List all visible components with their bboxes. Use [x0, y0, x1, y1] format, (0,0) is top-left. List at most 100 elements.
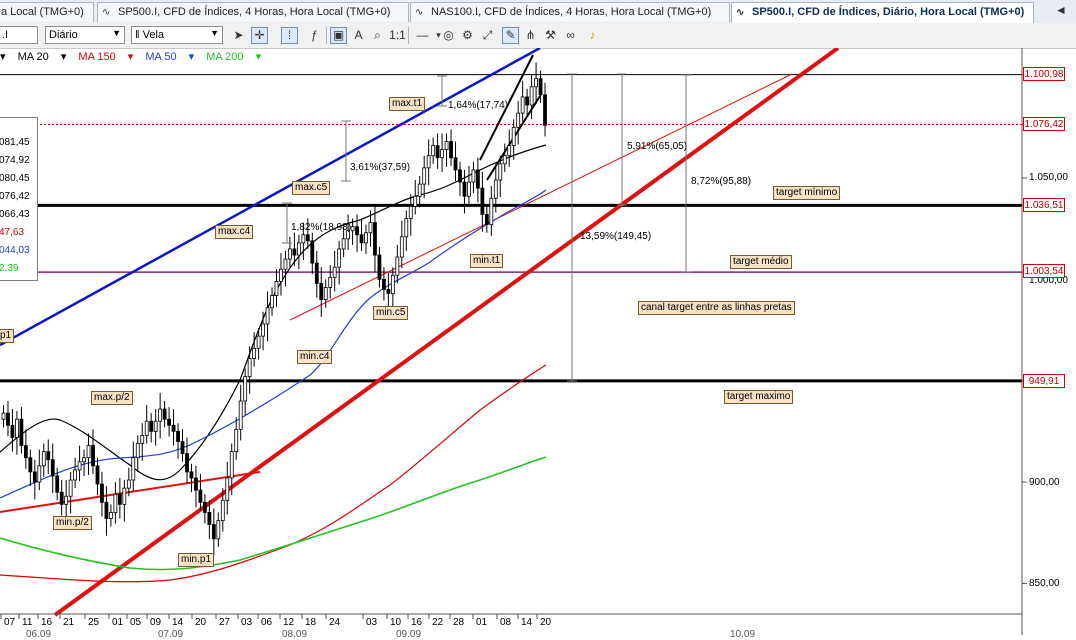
main-support-line — [53, 48, 840, 617]
candle-up — [471, 169, 476, 183]
candle-down — [59, 491, 64, 505]
candle-up — [323, 287, 328, 301]
bell-icon[interactable]: ♪ — [584, 27, 601, 44]
chevron-down-icon: ▼ — [210, 28, 219, 38]
hline-icon[interactable]: — — [414, 27, 431, 44]
candle-up — [109, 512, 113, 519]
candle-down — [484, 214, 489, 226]
candle-up — [220, 499, 225, 521]
candle-down — [185, 453, 189, 473]
candle-up — [247, 358, 252, 378]
tab-1[interactable]: ∿ SP500.I, CFD de Índices, 4 Horas, Hora … — [97, 2, 409, 22]
link-icon[interactable]: ∞ — [562, 27, 579, 44]
ma50-line — [0, 189, 547, 499]
candle-down — [207, 512, 212, 526]
legend-ma50[interactable]: MA 50 ▾ — [145, 51, 194, 63]
zoom-reset-icon[interactable]: 1:1 — [389, 27, 406, 44]
tab-label: NAS100.I, CFD de Índices, 4 Horas, Hora … — [431, 6, 712, 18]
label-min-c4[interactable]: min.c4 — [297, 350, 333, 364]
data-window: 081,45 074,92 080,45 076,42 066,43 47,63… — [0, 117, 38, 281]
measure-text: 1,82%(18,98) — [291, 222, 352, 233]
price-label: 850,00 — [1029, 578, 1060, 589]
candle-down — [171, 424, 176, 432]
cursor-icon[interactable]: ➤ — [230, 27, 247, 44]
candle-up — [68, 479, 73, 497]
info-value: 47,63 — [0, 227, 25, 238]
measure-text: 5,91%(65,05) — [627, 141, 688, 152]
date-tick-label: 27 — [219, 617, 231, 628]
candle-up — [337, 248, 342, 268]
candle-down — [310, 240, 315, 264]
candle-up — [216, 520, 221, 540]
candle-down — [32, 471, 37, 483]
crosshair-icon[interactable]: ✛ — [251, 27, 268, 44]
date-tick-label: 16 — [41, 617, 53, 628]
label-target-maximo[interactable]: target maximo — [724, 390, 794, 404]
label-max-c4[interactable]: max.c4 — [215, 225, 254, 239]
candle-down — [28, 457, 33, 473]
info-value: 066,43 — [0, 209, 30, 220]
candle-down — [189, 471, 194, 479]
label-canal[interactable]: canal target entre as linhas pretas — [638, 301, 795, 315]
label-target-medio[interactable]: target médio — [730, 255, 792, 269]
label-p1[interactable]: p1 — [0, 329, 15, 343]
label-max-p2[interactable]: max.p/2 — [91, 391, 133, 405]
candle-down — [314, 262, 319, 284]
label-min-t1[interactable]: min.t1 — [470, 254, 504, 268]
tab-bar: a Local (TMG+0) ∿ SP500.I, CFD de Índices… — [0, 0, 1076, 24]
candle-down — [462, 181, 467, 197]
candle-down — [319, 283, 324, 301]
separator — [408, 27, 409, 44]
candle-up — [332, 266, 337, 278]
zoom-in-icon[interactable]: ⌕ — [369, 27, 386, 44]
measure-text: 13,59%(149,45) — [580, 231, 652, 242]
date-tick-label: 22 — [432, 617, 444, 628]
tab-2[interactable]: ∿ NAS100.I, CFD de Índices, 4 Horas, Hora… — [410, 2, 730, 22]
candle-up — [126, 479, 131, 489]
settings-icon[interactable]: ⚒ — [542, 27, 559, 44]
dotted-grid-icon[interactable]: ⁞ — [281, 27, 298, 44]
chart-type-select[interactable]: ‖ Vela ▼ — [131, 26, 223, 44]
marker-icon[interactable]: ◎ — [440, 27, 457, 44]
tab-label: SP500.I, CFD de Índices, Diário, Hora Lo… — [752, 6, 1025, 18]
toolbar: .I Diário ▼ ‖ Vela ▼ ➤ ✛ ⁞ ƒ ▣ A ⌕ 1:1 — ▾… — [0, 23, 1076, 49]
pencil-icon[interactable]: ✎ — [502, 27, 519, 44]
candle-up — [153, 420, 158, 432]
candle-down — [95, 465, 100, 485]
label-max-t1[interactable]: max.t1 — [389, 97, 426, 111]
candle-down — [211, 524, 216, 540]
candle-down — [449, 141, 453, 159]
gear-icon[interactable]: ⚙ — [459, 27, 476, 44]
data-window-icon[interactable]: ▣ — [330, 27, 347, 44]
candle-up — [131, 457, 136, 481]
symbol-field[interactable]: .I — [0, 26, 38, 44]
label-target-minimo[interactable]: target mínimo — [773, 186, 841, 200]
label-min-p1[interactable]: min.p1 — [178, 553, 215, 567]
price-chart[interactable] — [0, 48, 1076, 635]
draw-icon[interactable]: ⤢ — [479, 27, 496, 44]
candle-up — [86, 445, 91, 459]
label-min-p2[interactable]: min.p/2 — [53, 516, 92, 530]
legend-ma200[interactable]: MA 200 ▾ — [206, 51, 261, 63]
legend-ma20[interactable]: MA 20 ▾ — [18, 51, 67, 63]
text-icon[interactable]: A — [350, 27, 367, 44]
candle-down — [458, 169, 462, 183]
candle-down — [194, 477, 198, 491]
date-tick-label: 12 — [283, 617, 295, 628]
candle-up — [296, 242, 301, 256]
tabs-scroll-left-icon[interactable]: ◄ — [1050, 3, 1072, 21]
candle-down — [162, 408, 167, 420]
label-max-c5[interactable]: max.c5 — [292, 181, 331, 195]
indicator-icon[interactable]: ƒ — [306, 27, 323, 44]
tab-3-active[interactable]: ∿ SP500.I, CFD de Índices, Diário, Hora L… — [731, 2, 1034, 24]
label-min-c5[interactable]: min.c5 — [373, 306, 409, 320]
candle-up — [328, 276, 333, 288]
timeframe-select[interactable]: Diário ▼ — [45, 26, 125, 44]
legend-marker: ▾ — [0, 51, 6, 63]
candle-up — [529, 86, 534, 106]
magnet-icon[interactable]: ⋔ — [522, 27, 539, 44]
candle-up — [144, 420, 149, 436]
price-box: 1.076,42 — [1023, 117, 1065, 131]
tab-0[interactable]: a Local (TMG+0) — [0, 2, 94, 22]
legend-ma150[interactable]: MA 150 ▾ — [78, 51, 133, 63]
